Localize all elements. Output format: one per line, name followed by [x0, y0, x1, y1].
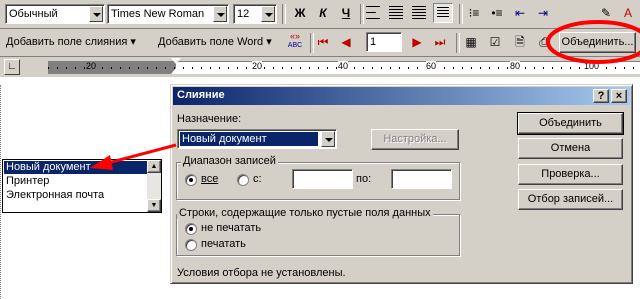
annotation-arrow-line — [107, 143, 177, 165]
annotation-arrow-head — [90, 155, 113, 170]
annotation-overlay — [90, 20, 640, 170]
highlight-ellipse — [546, 20, 640, 64]
